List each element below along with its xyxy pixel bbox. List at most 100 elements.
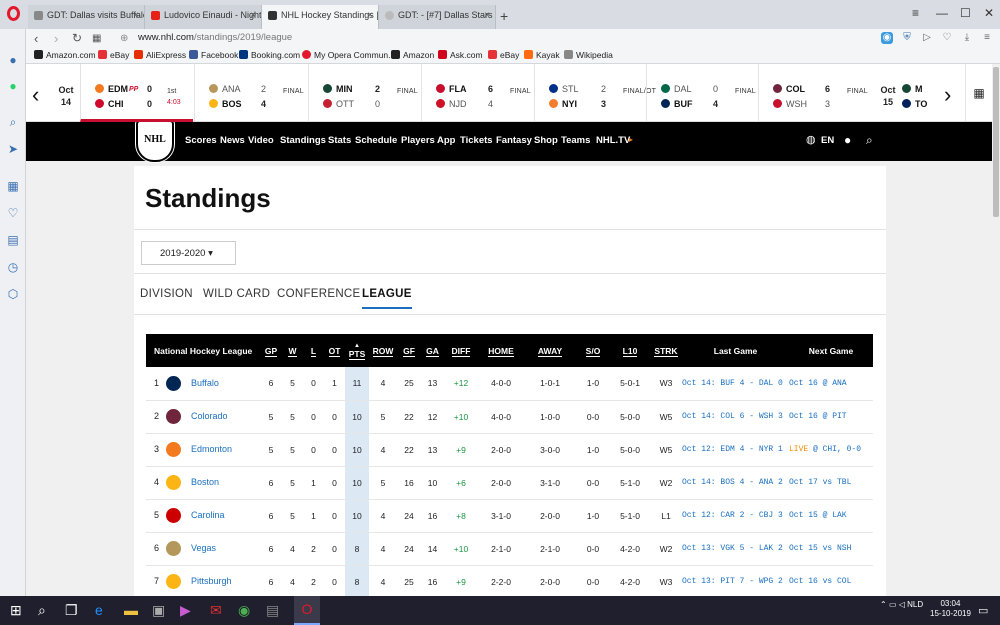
windows-start-icon[interactable]: ⊞ — [10, 602, 22, 619]
last-game-link[interactable]: Oct 12: EDM 4 - NYR 1 — [682, 433, 789, 467]
app-icon[interactable]: ▤ — [266, 602, 279, 619]
bookmark-amazon-2[interactable]: Amazon — [391, 50, 434, 60]
col-so[interactable]: S/O — [576, 334, 610, 367]
next-game-link[interactable]: Oct 16 @ ANA — [789, 367, 873, 401]
col-l10[interactable]: L10 — [610, 334, 650, 367]
next-game-link[interactable]: Oct 15 vs NSH — [789, 532, 873, 566]
last-game-link[interactable]: Oct 14: BOS 4 - ANA 2 — [682, 466, 789, 500]
team-name-link[interactable]: Vegas — [191, 543, 216, 553]
last-game-link[interactable]: Oct 12: CAR 2 - CBJ 3 — [682, 499, 789, 533]
last-game-link[interactable]: Oct 14: COL 6 - WSH 3 — [682, 400, 789, 434]
news-icon[interactable]: ▤ — [6, 233, 20, 247]
language-select[interactable]: EN — [821, 135, 834, 146]
volume-icon[interactable]: ◁ — [899, 600, 905, 609]
last-game-link[interactable]: Oct 14: BUF 4 - DAL 0 — [682, 367, 789, 401]
tabs-grid-icon[interactable]: ▦ — [92, 33, 101, 44]
opera-menu-icon[interactable] — [7, 6, 20, 21]
notifications-icon[interactable]: ▭ — [978, 604, 988, 617]
speed-dial-icon[interactable]: ▦ — [6, 179, 20, 193]
nav-link-news[interactable]: News — [220, 135, 245, 146]
url-field[interactable]: www.nhl.com/standings/2019/league — [138, 32, 292, 43]
back-icon[interactable]: ‹ — [34, 31, 38, 46]
search-icon[interactable]: ⌕ — [866, 133, 873, 148]
vpn-shield-icon[interactable]: ⛨ — [901, 32, 913, 44]
bookmark-ask[interactable]: Ask.com — [438, 50, 483, 60]
tab-menu-icon[interactable]: ≡ — [912, 6, 919, 20]
last-game-link[interactable]: Oct 13: PIT 7 - WPG 2 — [682, 565, 789, 596]
col-diff[interactable]: DIFF — [444, 334, 478, 367]
heart-icon[interactable]: ♡ — [6, 206, 20, 220]
col-row[interactable]: ROW — [369, 334, 397, 367]
camera-icon[interactable]: ◉ — [881, 32, 893, 44]
game-min-ott[interactable]: MIN OTT 2 0 FINAL — [308, 64, 421, 122]
tab-wild-card[interactable]: WILD CARD — [203, 288, 270, 300]
bookmark-booking[interactable]: Booking.com — [239, 50, 300, 60]
tab-2[interactable]: Ludovico Einaudi - Night (× — [145, 5, 262, 29]
bookmark-wikipedia[interactable]: Wikipedia — [564, 50, 613, 60]
send-page-icon[interactable]: ▷ — [921, 32, 933, 44]
send-icon[interactable]: ➤ — [6, 142, 20, 156]
team-name-link[interactable]: Buffalo — [191, 378, 219, 388]
nhl-logo[interactable]: NHL — [136, 122, 174, 162]
bookmark-aliexpress[interactable]: AliExpress — [134, 50, 186, 60]
bookmark-ebay[interactable]: eBay — [98, 50, 129, 60]
next-game-link[interactable]: Oct 16 @ PIT — [789, 400, 873, 434]
col-gp[interactable]: GP — [260, 334, 282, 367]
col-home[interactable]: HOME — [478, 334, 524, 367]
opera-taskbar-icon[interactable]: O — [294, 596, 320, 625]
new-tab-button[interactable]: + — [500, 8, 508, 24]
col-l[interactable]: L — [303, 334, 324, 367]
network-icon[interactable]: ▭ — [889, 600, 897, 609]
game-edm-chi[interactable]: EDM CHI 0 0 PP 1st 4:03 — [80, 64, 193, 122]
last-game-link[interactable]: Oct 13: VGK 5 - LAK 2 — [682, 532, 789, 566]
search-icon[interactable]: ⌕ — [6, 115, 20, 129]
team-name-link[interactable]: Colorado — [191, 411, 228, 421]
media-player-icon[interactable]: ▶ — [180, 602, 191, 619]
nav-link-scores[interactable]: Scores — [185, 135, 217, 146]
nav-link-shop[interactable]: Shop — [534, 135, 558, 146]
maximize-button[interactable]: ☐ — [960, 6, 971, 20]
close-tab-icon[interactable]: × — [367, 10, 373, 21]
nav-link-app[interactable]: App — [437, 135, 455, 146]
tray-arrow-icon[interactable]: ⌃ — [880, 600, 887, 609]
site-info-icon[interactable]: ⊕ — [120, 33, 128, 44]
next-game-link[interactable]: Oct 15 @ LAK — [789, 499, 873, 533]
heart-icon[interactable]: ♡ — [941, 32, 953, 44]
tab-4[interactable]: GDT: - [#7] Dallas Stars @ × — [379, 5, 496, 29]
team-name-link[interactable]: Boston — [191, 477, 219, 487]
game-col-wsh[interactable]: COL WSH 6 3 FINAL — [758, 64, 871, 122]
scores-prev-arrow-icon[interactable]: ‹ — [32, 82, 39, 108]
close-tab-icon[interactable]: × — [250, 10, 256, 21]
team-name-link[interactable]: Pittsburgh — [191, 576, 232, 586]
bookmark-ebay-2[interactable]: eBay — [488, 50, 519, 60]
search-icon[interactable]: ⌕ — [38, 602, 46, 619]
next-game-link[interactable]: Oct 16 vs COL — [789, 565, 873, 596]
minimize-button[interactable]: — — [936, 6, 948, 20]
season-dropdown[interactable]: 2019-2020 ▾ — [141, 241, 236, 265]
task-view-icon[interactable]: ❐ — [65, 602, 78, 619]
user-icon[interactable]: ● — [844, 133, 851, 147]
team-name-link[interactable]: Edmonton — [191, 444, 232, 454]
forward-icon[interactable]: › — [54, 31, 58, 46]
close-tab-icon[interactable]: × — [133, 10, 139, 21]
nav-link-schedule[interactable]: Schedule — [355, 135, 397, 146]
game-m-to[interactable]: M TO — [894, 64, 944, 122]
col-gf[interactable]: GF — [397, 334, 421, 367]
nav-link-stats[interactable]: Stats — [328, 135, 351, 146]
messenger-icon[interactable]: ● — [6, 53, 20, 67]
game-fla-njd[interactable]: FLA NJD 6 4 FINAL — [421, 64, 534, 122]
tab-3[interactable]: NHL Hockey Standings | N × — [262, 5, 379, 29]
extensions-icon[interactable]: ⬡ — [6, 287, 20, 301]
nav-link-tickets[interactable]: Tickets — [460, 135, 493, 146]
nav-link-standings[interactable]: Standings — [280, 135, 326, 146]
game-dal-buf[interactable]: DAL BUF 0 4 FINAL — [646, 64, 759, 122]
nav-link-nhltv[interactable]: NHL.TV — [596, 135, 630, 146]
nav-link-players[interactable]: Players — [401, 135, 435, 146]
menu-lines-icon[interactable]: ≡ — [981, 32, 993, 44]
edge-icon[interactable]: e — [95, 602, 103, 618]
col-strk[interactable]: STRK — [650, 334, 682, 367]
col-pts[interactable]: ▲ PTS — [345, 334, 369, 367]
tab-conference[interactable]: CONFERENCE — [277, 288, 361, 300]
clock[interactable]: 03:04 15-10-2019 — [930, 599, 971, 619]
mail-icon[interactable]: ✉ — [210, 602, 222, 619]
